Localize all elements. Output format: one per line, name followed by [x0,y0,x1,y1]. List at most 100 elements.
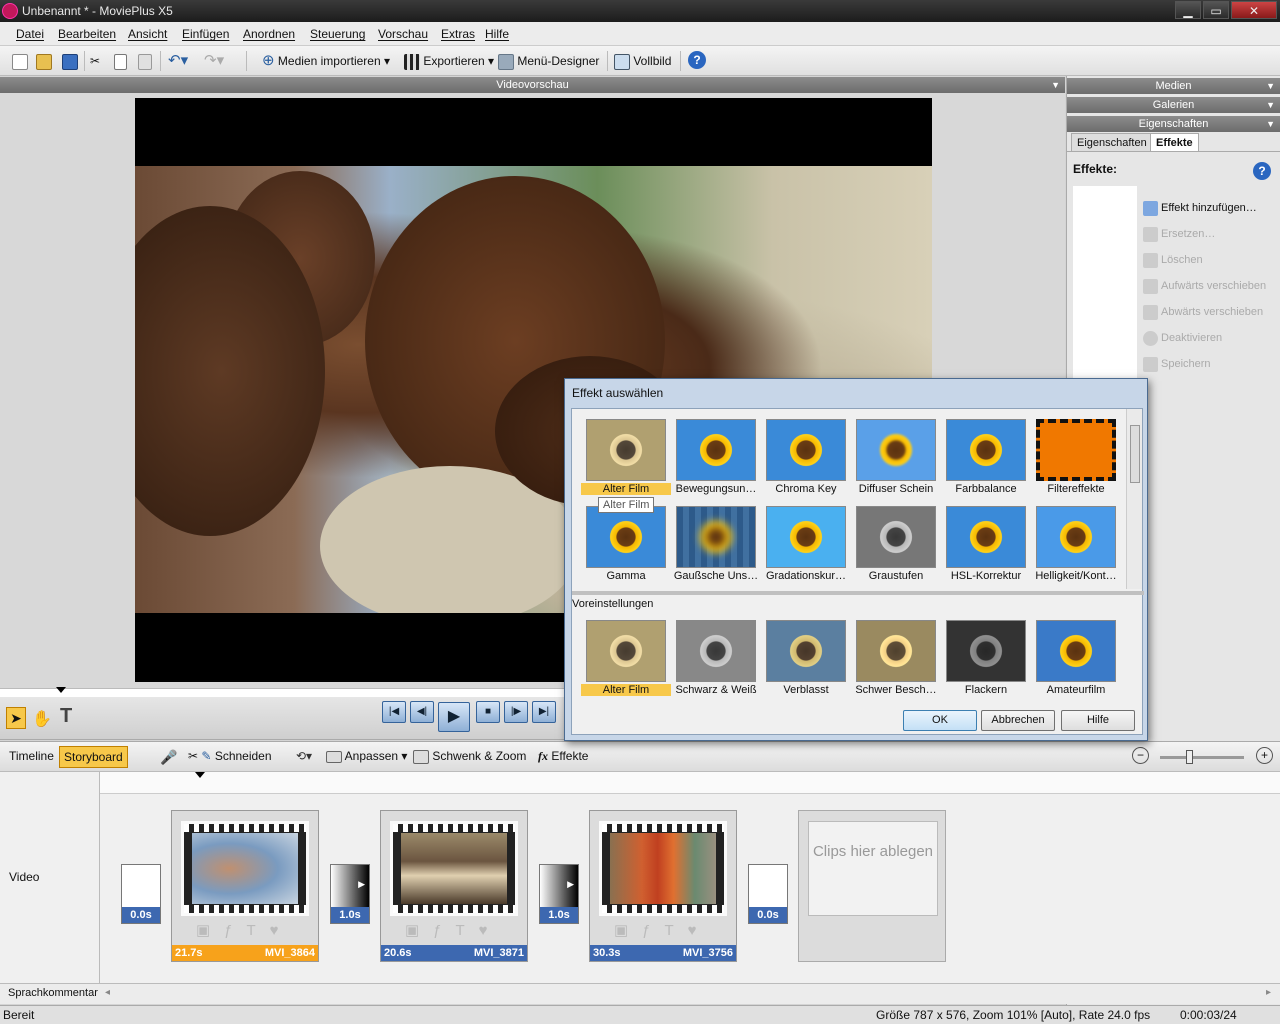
effect-thumb[interactable] [856,506,936,568]
add-effect-button[interactable]: Effekt hinzufügen… [1143,197,1257,219]
tab-timeline[interactable]: Timeline [9,749,54,763]
chevron-down-icon[interactable]: ▼ [1051,77,1060,93]
play-icon[interactable]: ▶ [438,702,470,732]
menu-hilfe[interactable]: Hilfe [485,27,509,41]
clip-drop-zone[interactable]: Clips hier ablegen [798,810,946,962]
effects-button[interactable]: fx Effekte [538,749,588,764]
go-to-start-icon[interactable]: |◀ [382,701,406,723]
storyboard-clip[interactable]: ▣ƒT♥ 20.6s MVI_3871 [380,810,528,962]
prev-frame-icon[interactable]: ◀| [410,701,434,723]
transition-slot[interactable]: 0.0s [121,864,161,924]
scroll-right-icon[interactable]: ▸ [1266,987,1271,998]
effect-thumb[interactable] [586,419,666,481]
effect-thumb[interactable] [676,506,756,568]
rotate-icon[interactable]: ⟲▾ [296,749,312,763]
maximize-button[interactable]: ▭ [1203,1,1229,19]
fit-button[interactable]: Anpassen ▾ [326,749,407,763]
cut-icon[interactable]: ✂ [90,51,100,71]
zoom-in-icon[interactable]: + [1256,747,1273,764]
galerien-header[interactable]: Galerien ▼ [1067,97,1280,113]
playhead-marker[interactable] [195,772,205,778]
menu-datei[interactable]: Datei [16,27,44,41]
redo-icon[interactable]: ↷▾ [204,51,224,71]
effect-select-dialog: Effekt auswählen Alter Film Bewegungsun…… [564,378,1148,741]
divider [572,591,1144,595]
close-button[interactable]: ✕ [1231,1,1277,19]
storyboard-clip[interactable]: ▣ƒT♥ 30.3s MVI_3756 [589,810,737,962]
export-button[interactable]: Exportieren ▾ [404,51,494,71]
preset-thumb[interactable] [946,620,1026,682]
preset-label: Schwer Besch… [855,684,937,696]
text-tool-icon[interactable]: T [60,705,72,728]
menu-bearbeiten[interactable]: Bearbeiten [58,27,116,41]
ok-button[interactable]: OK [903,710,977,731]
disable-button[interactable]: Deaktivieren [1143,327,1222,349]
save-icon[interactable] [62,51,78,71]
effect-thumb[interactable] [586,506,666,568]
preset-thumb[interactable] [856,620,936,682]
go-to-end-icon[interactable]: ▶| [532,701,556,723]
effect-thumb[interactable] [946,506,1026,568]
next-frame-icon[interactable]: |▶ [504,701,528,723]
fullscreen-button[interactable]: Vollbild [614,51,671,71]
save-effect-button[interactable]: Speichern [1143,353,1211,375]
import-media-button[interactable]: ⊕ Medien importieren ▾ [262,51,390,71]
medien-header[interactable]: Medien ▼ [1067,78,1280,94]
effect-thumb[interactable] [1036,506,1116,568]
menu-einfuegen[interactable]: Einfügen [182,27,229,41]
help-icon[interactable]: ? [1253,162,1271,180]
transition-slot[interactable]: ▶ 1.0s [330,864,370,924]
effect-thumb[interactable] [1036,419,1116,481]
menu-vorschau[interactable]: Vorschau [378,27,428,41]
move-down-button[interactable]: Abwärts verschieben [1143,301,1263,323]
cut-button[interactable]: ✂ ✎ Schneiden [188,749,272,763]
effect-label: Helligkeit/Kont… [1035,570,1117,582]
menu-steuerung[interactable]: Steuerung [310,27,365,41]
tab-storyboard[interactable]: Storyboard [59,746,128,768]
menu-anordnen[interactable]: Anordnen [243,27,295,41]
zoom-slider-thumb[interactable] [1186,750,1193,764]
effects-list[interactable] [1073,186,1137,386]
preset-thumb[interactable] [1036,620,1116,682]
scroll-thumb[interactable] [1130,425,1140,483]
pan-zoom-button[interactable]: Schwenk & Zoom [413,749,526,764]
hand-tool-icon[interactable]: ✋ [32,709,52,729]
minimize-button[interactable]: ▁ [1175,1,1201,19]
effects-scrollbar[interactable] [1126,409,1142,589]
preset-thumb[interactable] [676,620,756,682]
effect-thumb[interactable] [946,419,1026,481]
eigenschaften-header[interactable]: Eigenschaften ▼ [1067,116,1280,132]
microphone-icon[interactable]: 🎤 [160,749,177,766]
preset-thumb[interactable] [766,620,846,682]
move-up-button[interactable]: Aufwärts verschieben [1143,275,1266,297]
tab-eigenschaften[interactable]: Eigenschaften [1071,133,1153,151]
menu-extras[interactable]: Extras [441,27,475,41]
open-folder-icon[interactable] [36,51,52,71]
transition-slot[interactable]: 0.0s [748,864,788,924]
pointer-tool-icon[interactable]: ➤ [6,707,26,729]
transition-slot[interactable]: ▶ 1.0s [539,864,579,924]
undo-icon[interactable]: ↶▾ [168,51,188,71]
effect-thumb[interactable] [766,506,846,568]
zoom-slider[interactable] [1160,756,1244,759]
help-icon[interactable]: ? [688,51,706,69]
effect-thumb[interactable] [856,419,936,481]
help-button[interactable]: Hilfe [1061,710,1135,731]
effect-thumb[interactable] [766,419,846,481]
effect-thumb[interactable] [676,419,756,481]
playhead-marker[interactable] [56,687,66,693]
copy-icon[interactable] [114,51,127,71]
tab-effekte[interactable]: Effekte [1150,133,1199,151]
cancel-button[interactable]: Abbrechen [981,710,1055,731]
new-file-icon[interactable] [12,51,28,71]
menu-ansicht[interactable]: Ansicht [128,27,167,41]
storyboard-clip[interactable]: ▣ƒT♥ 21.7s MVI_3864 [171,810,319,962]
delete-button[interactable]: Löschen [1143,249,1203,271]
zoom-out-icon[interactable]: − [1132,747,1149,764]
stop-icon[interactable]: ■ [476,701,500,723]
scroll-left-icon[interactable]: ◂ [105,987,110,998]
menu-designer-button[interactable]: Menü-Designer [498,51,599,71]
preset-thumb[interactable] [586,620,666,682]
paste-icon[interactable] [138,51,152,71]
replace-button[interactable]: Ersetzen… [1143,223,1215,245]
